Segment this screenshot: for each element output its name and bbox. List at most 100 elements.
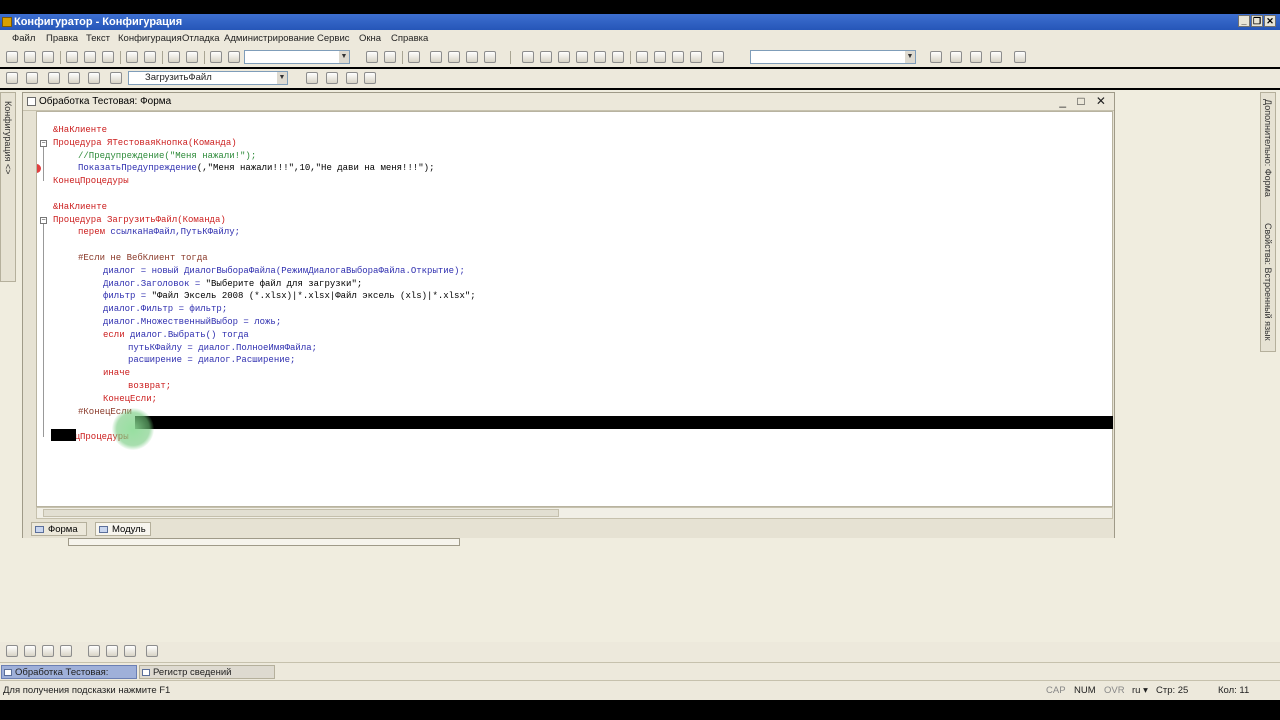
fold-toggle-icon[interactable]: − xyxy=(40,216,47,224)
tab-module[interactable]: Модуль xyxy=(95,522,151,536)
tool-1-icon[interactable] xyxy=(6,72,18,84)
tool-6-icon[interactable] xyxy=(346,72,358,84)
menu-debug[interactable]: Отладка xyxy=(182,33,220,44)
breakpoint-icon[interactable] xyxy=(37,164,41,174)
debug-icon[interactable] xyxy=(430,51,442,63)
find-next-icon[interactable] xyxy=(228,51,240,63)
tool-p-icon[interactable] xyxy=(6,645,18,657)
tool-w-icon[interactable] xyxy=(146,645,158,657)
menu-file[interactable]: Файл xyxy=(12,33,35,44)
tab-form[interactable]: Форма xyxy=(31,522,87,536)
tool-t-icon[interactable] xyxy=(88,645,100,657)
undo-icon[interactable] xyxy=(168,51,180,63)
tool-2-icon[interactable] xyxy=(26,72,38,84)
tool-u-icon[interactable] xyxy=(106,645,118,657)
breakpoint-icon[interactable] xyxy=(448,51,460,63)
code-line: путьКФайлу = диалог.ПолноеИмяФайла; xyxy=(128,342,318,353)
save-icon[interactable] xyxy=(42,51,54,63)
replace-icon[interactable] xyxy=(384,51,396,63)
code-editor[interactable]: − − &НаКлиенте Процедура ЯТестоваяКнопка(К… xyxy=(36,111,1113,507)
tool-a-icon[interactable] xyxy=(522,51,534,63)
search-combo[interactable]: ▼ xyxy=(244,50,350,64)
redo-icon[interactable] xyxy=(186,51,198,63)
cut-icon[interactable] xyxy=(66,51,78,63)
tool-h-icon[interactable] xyxy=(654,51,666,63)
tool-v-icon[interactable] xyxy=(124,645,136,657)
menu-windows[interactable]: Окна xyxy=(359,33,381,44)
chevron-down-icon[interactable]: ▼ xyxy=(277,72,287,84)
tool-7-icon[interactable] xyxy=(364,72,376,84)
form-icon xyxy=(27,97,36,106)
tab-additional-form[interactable]: Дополнительно: Форма xyxy=(1263,99,1273,197)
module-combo[interactable]: ▼ xyxy=(750,50,916,64)
tool-5-icon[interactable] xyxy=(326,72,338,84)
code-line: если диалог.Выбрать() тогда xyxy=(103,329,249,340)
window-icon[interactable] xyxy=(408,51,420,63)
configuration-panel-tab[interactable]: Конфигурация <> xyxy=(0,92,16,282)
menu-edit[interactable]: Правка xyxy=(46,33,78,44)
taskbar-item-register[interactable]: Регистр сведений Файлово... xyxy=(139,665,275,692)
horizontal-scrollbar[interactable] xyxy=(36,507,1113,519)
step-icon[interactable] xyxy=(466,51,478,63)
print-icon[interactable] xyxy=(126,51,138,63)
tool-r-icon[interactable] xyxy=(42,645,54,657)
minimize-icon[interactable]: _ xyxy=(1238,15,1250,27)
menu-configuration[interactable]: Конфигурация xyxy=(118,33,182,44)
right-panel-tabs[interactable]: Дополнительно: Форма Свойства: Встроенны… xyxy=(1260,92,1276,352)
tool-m-icon[interactable] xyxy=(970,51,982,63)
form-window: Обработка Тестовая: Форма _ □ ✕ − − &НаКл… xyxy=(22,92,1115,538)
uncomment-icon[interactable] xyxy=(68,72,80,84)
taskbar-item-form[interactable]: Обработка Тестовая: Форма xyxy=(1,665,137,692)
tab-properties[interactable]: Свойства: Встроенный язык xyxy=(1263,223,1273,341)
language-selector[interactable]: ru ▾ xyxy=(1132,685,1148,696)
tool-g-icon[interactable] xyxy=(636,51,648,63)
tool-q-icon[interactable] xyxy=(24,645,36,657)
open-icon[interactable] xyxy=(24,51,36,63)
new-icon[interactable] xyxy=(6,51,18,63)
tool-f-icon[interactable] xyxy=(612,51,624,63)
bottom-toolbar xyxy=(0,642,1280,662)
window-controls[interactable]: _ □ ✕ xyxy=(1059,93,1110,110)
menu-text[interactable]: Текст xyxy=(86,33,110,44)
tool-3-icon[interactable] xyxy=(88,72,100,84)
tool-k-icon[interactable] xyxy=(930,51,942,63)
tool-o-icon[interactable] xyxy=(1014,51,1026,63)
form-window-title: Обработка Тестовая: Форма xyxy=(39,96,172,107)
procedure-icon[interactable] xyxy=(110,72,122,84)
info-icon[interactable] xyxy=(484,51,496,63)
tool-4-icon[interactable] xyxy=(306,72,318,84)
form-tabs: Форма Модуль xyxy=(23,521,1114,538)
paste-icon[interactable] xyxy=(102,51,114,63)
tool-s-icon[interactable] xyxy=(60,645,72,657)
tool-j-icon[interactable] xyxy=(690,51,702,63)
fold-line xyxy=(43,223,44,438)
window-list-bar: Обработка Тестовая: Форма Регистр сведен… xyxy=(0,662,1280,692)
comment-icon[interactable] xyxy=(48,72,60,84)
code-line: #Если не ВебКлиент тогда xyxy=(78,253,208,263)
preview-icon[interactable] xyxy=(144,51,156,63)
tool-l-icon[interactable] xyxy=(950,51,962,63)
close-icon[interactable]: ✕ xyxy=(1264,15,1276,27)
tool-e-icon[interactable] xyxy=(594,51,606,63)
chevron-down-icon[interactable]: ▼ xyxy=(339,51,349,63)
num-indicator: NUM xyxy=(1074,685,1096,696)
copy-icon[interactable] xyxy=(84,51,96,63)
menu-administration[interactable]: Администрирование xyxy=(224,33,315,44)
tool-n-icon[interactable] xyxy=(990,51,1002,63)
procedure-combo[interactable]: ЗагрузитьФайл ▼ xyxy=(128,71,288,85)
scrollbar-thumb[interactable] xyxy=(43,509,559,517)
tool-c-icon[interactable] xyxy=(558,51,570,63)
docked-panel-frame xyxy=(68,538,460,546)
tool-i-icon[interactable] xyxy=(672,51,684,63)
menu-help[interactable]: Справка xyxy=(391,33,428,44)
restore-icon[interactable]: ❐ xyxy=(1251,15,1263,27)
fold-toggle-icon[interactable]: − xyxy=(40,139,47,147)
menu-service[interactable]: Сервис xyxy=(317,33,350,44)
find-icon[interactable] xyxy=(210,51,222,63)
tool-b-icon[interactable] xyxy=(540,51,552,63)
tool-d-icon[interactable] xyxy=(576,51,588,63)
code-line: &НаКлиенте xyxy=(53,125,108,135)
chevron-down-icon[interactable]: ▼ xyxy=(905,51,915,63)
settings-icon[interactable] xyxy=(712,51,724,63)
find-prev-icon[interactable] xyxy=(366,51,378,63)
